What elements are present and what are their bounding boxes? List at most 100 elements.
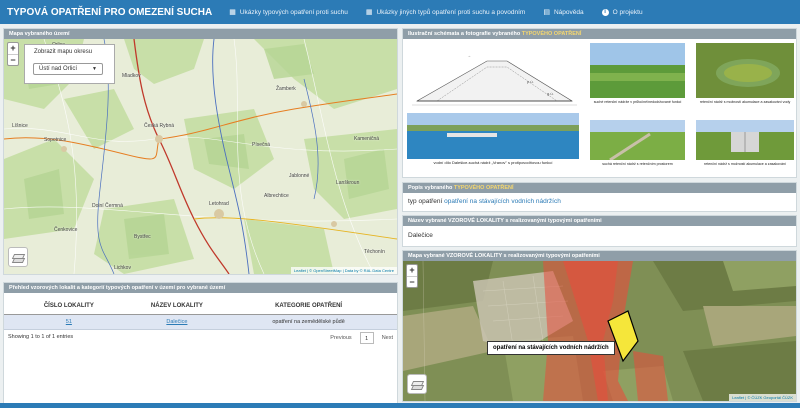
photo-caption: retenční nádrž s možností akumulace a za… bbox=[704, 162, 786, 166]
photo-retention-outlet[interactable] bbox=[696, 120, 794, 160]
table-row[interactable]: 51 Dalečice opatření na zemědělské půdě bbox=[4, 314, 397, 330]
top-navbar: TYPOVÁ OPATŘENÍ PRO OMEZENÍ SUCHA ▦ Ukáz… bbox=[0, 0, 800, 24]
table-info: Showing 1 to 1 of 1 entries bbox=[8, 333, 74, 340]
map-place-label: Dolní Čermná bbox=[92, 203, 123, 209]
nav-link-help[interactable]: ▤ Nápověda bbox=[534, 0, 592, 24]
map-place-label: Kameničná bbox=[354, 136, 380, 142]
localities-table-panel: Přehled vzorových lokalit a kategorií ty… bbox=[3, 282, 398, 404]
map-icon: ▦ bbox=[229, 9, 236, 16]
map-icon: ▦ bbox=[365, 9, 373, 16]
photo-caption: vodní dílo Dalešice-suchá nádrž „Vranov"… bbox=[433, 160, 553, 165]
map-place-label: Čenkovice bbox=[54, 227, 78, 233]
footer-strip bbox=[0, 403, 800, 408]
area-map-zoom-control: + − bbox=[7, 42, 19, 66]
satellite-map-tiles bbox=[403, 261, 796, 401]
map-place-label: Sopotnice bbox=[44, 137, 67, 143]
nav-link-typical-measures[interactable]: ▦ Ukázky typových opatření proti suchu bbox=[220, 0, 357, 24]
map-place-label: Žamberk bbox=[276, 86, 296, 92]
svg-text:g.ú.: g.ú. bbox=[547, 91, 554, 96]
map-place-label: Písečná bbox=[252, 142, 271, 148]
map-place-label: Mladkov bbox=[122, 73, 141, 79]
panel-heading: Ilustrační schémata a fotografie vybrané… bbox=[403, 29, 796, 39]
layers-icon bbox=[11, 258, 26, 263]
zoom-out-button[interactable]: − bbox=[8, 54, 18, 65]
previous-page-button[interactable]: Previous bbox=[330, 335, 351, 341]
panel-heading: Mapa vybraného území bbox=[4, 29, 397, 39]
photo-water-reservoir[interactable] bbox=[407, 113, 579, 159]
next-page-button[interactable]: Next bbox=[382, 335, 393, 341]
map-place-label: Česká Rybná bbox=[144, 123, 175, 129]
column-header-number[interactable]: ČÍSLO LOKALITY bbox=[4, 299, 134, 315]
area-map[interactable]: Orlice Mladkov Líšnice Sopotnice Žamberk… bbox=[4, 39, 397, 274]
nav-link-about[interactable]: i O projektu bbox=[593, 0, 652, 24]
map-place-label: Letohrad bbox=[209, 201, 229, 207]
photo-dry-reservoir[interactable] bbox=[590, 43, 685, 98]
cell-category: opatření na zemědělské půdě bbox=[220, 314, 397, 330]
measure-type-row: typ opatření opatření na stávajících vod… bbox=[403, 193, 796, 211]
panel-heading-highlight: TYPOVÉHO OPATŘENÍ bbox=[453, 185, 514, 191]
photo-caption: suché retenční nádrže v průtočné/nedodrž… bbox=[593, 100, 682, 104]
column-header-category[interactable]: KATEGORIE OPATŘENÍ bbox=[220, 299, 397, 315]
district-select-control: Zobrazit mapu okresu Ústí nad Orlicí ▼ bbox=[24, 44, 115, 84]
photo-image bbox=[590, 120, 685, 160]
measure-type-label: typ opatření bbox=[408, 198, 443, 205]
locality-map-panel: Mapa vybrané VZOROVÉ LOKALITY s realizov… bbox=[402, 250, 797, 402]
layers-button[interactable] bbox=[8, 247, 28, 267]
localities-table: ČÍSLO LOKALITY NÁZEV LOKALITY KATEGORIE … bbox=[4, 299, 397, 330]
locality-name-link[interactable]: Dalečice bbox=[166, 319, 187, 325]
panel-heading: Mapa vybrané VZOROVÉ LOKALITY s realizov… bbox=[403, 251, 796, 261]
panel-heading: Název vybrané VZOROVÉ LOKALITY s realizo… bbox=[403, 216, 796, 226]
photo-image bbox=[407, 113, 579, 159]
nav-link-other-measures[interactable]: ▦ Ukázky jiných typů opatření proti such… bbox=[357, 0, 534, 24]
layers-button[interactable] bbox=[407, 374, 427, 394]
area-map-panel: Mapa vybraného území Mladkov Líšnice Sop… bbox=[3, 28, 398, 275]
district-select-value: Ústí nad Orlicí bbox=[39, 66, 78, 72]
photo-image bbox=[590, 43, 685, 98]
nav-link-label: Ukázky typových opatření proti suchu bbox=[239, 8, 348, 16]
chevron-down-icon: ▼ bbox=[92, 66, 97, 72]
panel-heading-highlight: TYPOVÉHO OPATŘENÍ bbox=[521, 31, 582, 37]
cross-section-schema[interactable]: → p.ú. g.ú. bbox=[407, 43, 579, 113]
map-place-label: Albrechtice bbox=[264, 193, 289, 199]
map-place-label: Bystřec bbox=[134, 234, 151, 240]
map-place-label: Lichkov bbox=[114, 265, 131, 271]
measure-type-value[interactable]: opatření na stávajících vodních nádržích bbox=[444, 198, 561, 205]
locality-number-link[interactable]: 51 bbox=[66, 319, 72, 325]
panel-heading: Přehled vzorových lokalit a kategorií ty… bbox=[4, 283, 397, 293]
panel-heading-text: Popis vybraného bbox=[408, 185, 454, 191]
column-header-name[interactable]: NÁZEV LOKALITY bbox=[133, 299, 221, 315]
table-footer: Showing 1 to 1 of 1 entries Previous 1 N… bbox=[4, 330, 397, 348]
district-select-label: Zobrazit mapu okresu bbox=[34, 49, 93, 55]
photo-retention-reservoir[interactable] bbox=[696, 43, 794, 98]
dam-cross-section-drawing: → p.ú. g.ú. bbox=[412, 53, 577, 106]
photo-image bbox=[696, 43, 794, 98]
page-number-button[interactable]: 1 bbox=[359, 331, 374, 344]
photo-caption: suchá retenční nádrž s retenčním prostor… bbox=[602, 162, 673, 166]
layers-icon bbox=[410, 385, 425, 390]
pagination: Previous 1 Next bbox=[330, 331, 393, 344]
nav-link-label: Ukázky jiných typů opatření proti suchu … bbox=[376, 8, 526, 16]
measure-tooltip: opatření na stávajících vodních nádržích bbox=[487, 341, 615, 355]
map-attribution[interactable]: Leaflet | © ČÚZK Geoportál ČÚZK bbox=[729, 394, 796, 401]
locality-name: Dalečice bbox=[408, 232, 433, 239]
app-brand[interactable]: TYPOVÁ OPATŘENÍ PRO OMEZENÍ SUCHA bbox=[0, 7, 220, 18]
district-select[interactable]: Ústí nad Orlicí ▼ bbox=[33, 63, 103, 75]
illustrations-panel: Ilustrační schémata a fotografie vybrané… bbox=[402, 28, 797, 178]
photo-caption: retenční nádrž s možností akumulace a za… bbox=[699, 100, 791, 104]
nav-link-label: O projektu bbox=[612, 8, 643, 16]
panel-heading-text: Ilustrační schémata a fotografie vybrané… bbox=[408, 31, 522, 37]
info-icon: i bbox=[601, 8, 609, 16]
table-header-row: ČÍSLO LOKALITY NÁZEV LOKALITY KATEGORIE … bbox=[4, 299, 397, 315]
svg-text:p.ú.: p.ú. bbox=[527, 79, 534, 84]
locality-map[interactable]: + − opatření na stávajících vodních nádr… bbox=[403, 261, 796, 401]
zoom-in-button[interactable]: + bbox=[407, 265, 417, 276]
zoom-in-button[interactable]: + bbox=[8, 43, 18, 54]
photo-image bbox=[696, 120, 794, 160]
locality-map-zoom-control: + − bbox=[406, 264, 418, 288]
book-icon: ▤ bbox=[543, 9, 550, 16]
svg-text:→: → bbox=[467, 53, 471, 58]
zoom-out-button[interactable]: − bbox=[407, 276, 417, 287]
photo-dry-retention[interactable] bbox=[590, 120, 685, 160]
measure-description-panel: Popis vybraného TYPOVÉHO OPATŘENÍ typ op… bbox=[402, 182, 797, 212]
map-attribution[interactable]: Leaflet | © OpenStreetMap | Data by © RA… bbox=[290, 267, 397, 274]
